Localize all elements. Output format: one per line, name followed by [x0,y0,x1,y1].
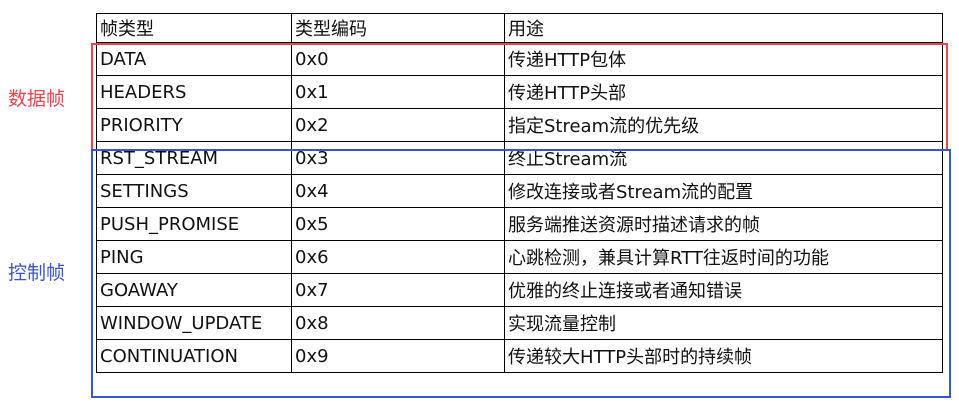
header-purpose: 用途 [504,13,943,43]
header-type-code: 类型编码 [291,13,505,43]
data-frames-label: 数据帧 [8,88,66,110]
control-frames-box [91,149,951,398]
control-frames-label: 控制帧 [8,262,66,284]
table-header-row: 帧类型 类型编码 用途 [96,13,943,43]
header-frame-type: 帧类型 [96,13,292,43]
data-frames-box [91,43,948,151]
